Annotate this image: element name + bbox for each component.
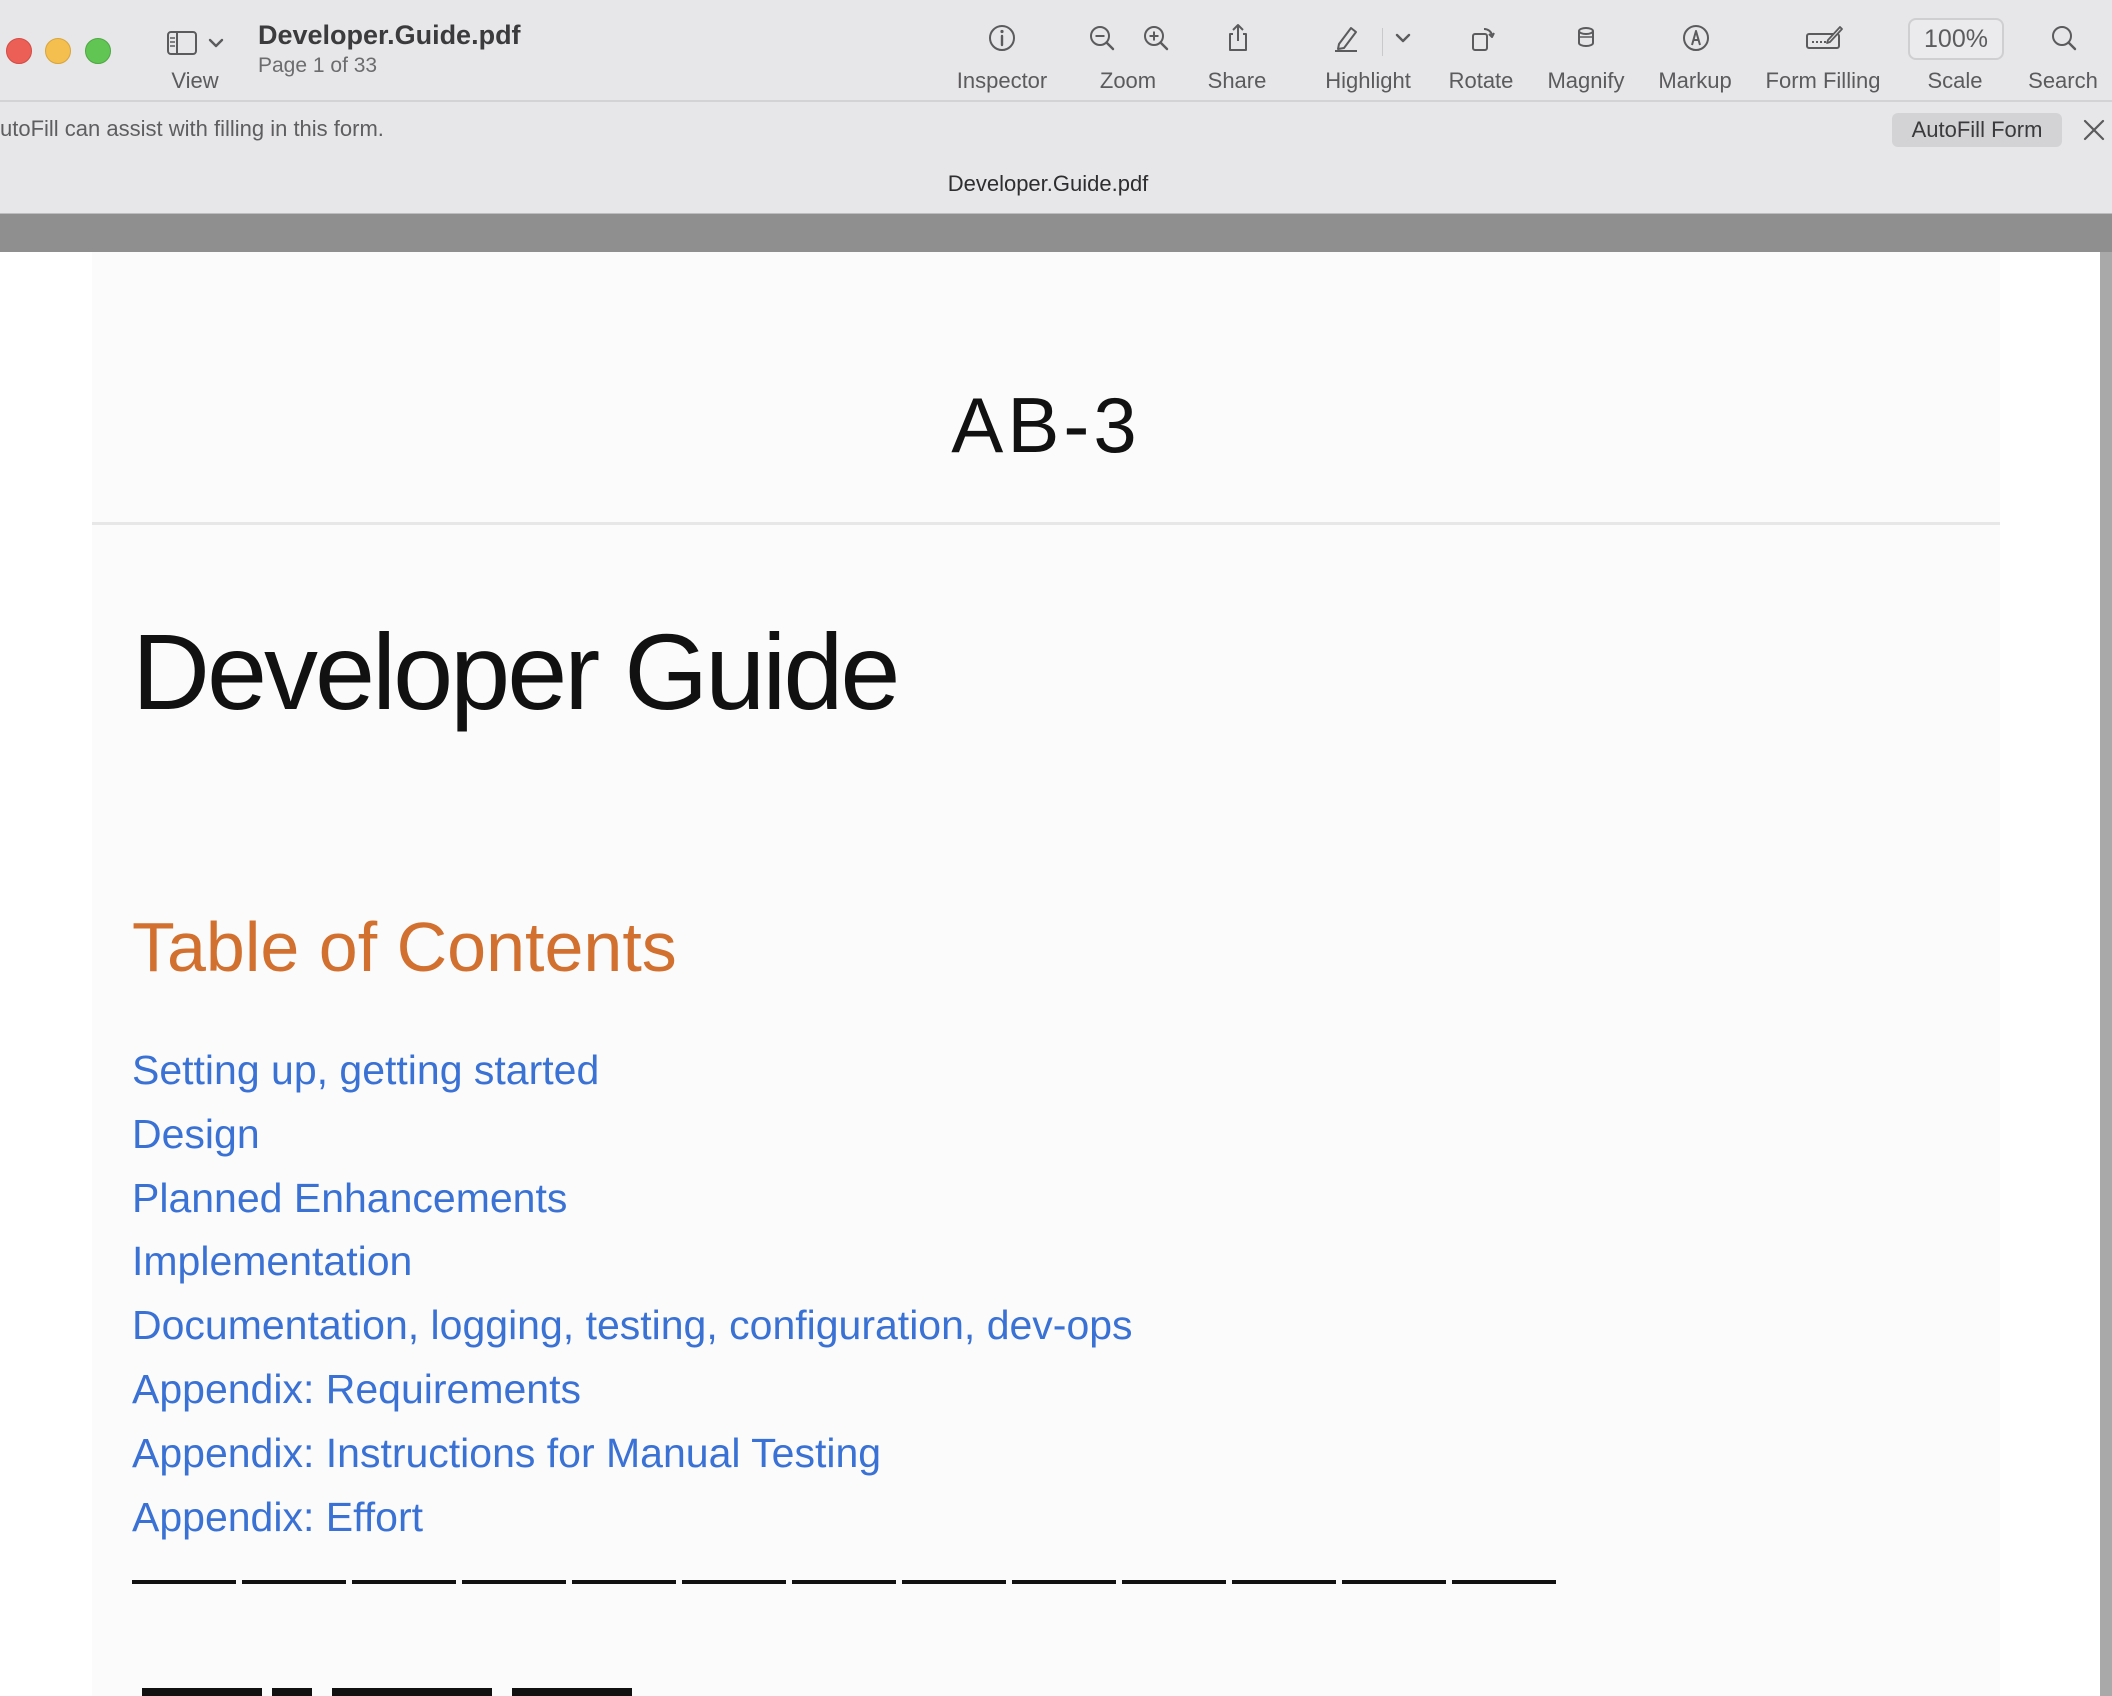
form-filling-label: Form Filling: [1765, 68, 1881, 93]
close-icon[interactable]: [2082, 118, 2106, 142]
zoom-window-button[interactable]: [85, 38, 111, 64]
loupe-icon: [1578, 27, 1594, 47]
view-label: View: [171, 68, 219, 93]
scale-label: Scale: [1927, 68, 1983, 93]
rotate-label: Rotate: [1448, 68, 1514, 93]
minimize-window-button[interactable]: [45, 38, 71, 64]
autofill-banner: utoFill can assist with filling in this …: [0, 102, 2112, 158]
toc-link[interactable]: Appendix: Effort: [132, 1494, 1133, 1558]
inspector-label: Inspector: [956, 68, 1048, 93]
toc-list: Setting up, getting started Design Plann…: [132, 1047, 1133, 1557]
file-title: Developer.Guide.pdf: [947, 171, 1149, 196]
toc-link[interactable]: Planned Enhancements: [132, 1175, 1133, 1239]
pdf-page: AB-3 Developer Guide Table of Contents S…: [0, 252, 2100, 1696]
highlight-label: Highlight: [1325, 68, 1411, 93]
share-label: Share: [1207, 68, 1267, 93]
zoom-label: Zoom: [1099, 68, 1157, 93]
header-separator: [92, 522, 2000, 525]
chevron-down-icon: [208, 38, 224, 48]
page-content: AB-3 Developer Guide Table of Contents S…: [92, 252, 2000, 1696]
magnify-label: Magnify: [1547, 68, 1625, 93]
scale-field[interactable]: 100%: [1908, 18, 2004, 60]
chevron-down-icon: [1395, 33, 1411, 43]
file-title-strip: Developer.Guide.pdf: [0, 158, 2112, 214]
markup-pen-circle-icon: [1683, 25, 1709, 51]
zoom-in-icon: [1144, 26, 1169, 51]
rotate-icon: [1472, 28, 1495, 51]
form-filling-icon: [1806, 26, 1843, 49]
share-icon: [1229, 24, 1247, 51]
autofill-message: utoFill can assist with filling in this …: [0, 116, 384, 141]
document-heading: Developer Guide: [132, 611, 900, 732]
page-edge: [2100, 252, 2112, 1696]
page-gutter: [0, 214, 2112, 252]
toc-link[interactable]: Implementation: [132, 1238, 1133, 1302]
toc-link[interactable]: Documentation, logging, testing, configu…: [132, 1302, 1133, 1366]
toc-link[interactable]: Design: [132, 1111, 1133, 1175]
zoom-out-icon: [1090, 26, 1115, 51]
close-window-button[interactable]: [6, 38, 32, 64]
cut-off-text: [132, 1680, 652, 1696]
sidebar-icon: [167, 31, 197, 55]
toc-heading: Table of Contents: [132, 908, 677, 986]
toc-link[interactable]: Setting up, getting started: [132, 1047, 1133, 1111]
document-title: Developer.Guide.pdf: [258, 20, 521, 50]
document-code: AB-3: [951, 381, 1141, 469]
page-indicator: Page 1 of 33: [258, 54, 378, 77]
autofill-form-button[interactable]: AutoFill Form: [1892, 113, 2062, 147]
search-label: Search: [2028, 68, 2098, 93]
highlighter-pen-icon: [1335, 27, 1357, 52]
markup-label: Markup: [1658, 68, 1732, 93]
search-icon: [2052, 26, 2077, 51]
highlight-divider: [1382, 28, 1383, 56]
divider-rule: [132, 1580, 1556, 1584]
toc-link[interactable]: Appendix: Instructions for Manual Testin…: [132, 1430, 1133, 1494]
toolbar: View Developer.Guide.pdf Page 1 of 33 In…: [0, 0, 2112, 102]
toc-link[interactable]: Appendix: Requirements: [132, 1366, 1133, 1430]
info-icon: [989, 25, 1015, 51]
